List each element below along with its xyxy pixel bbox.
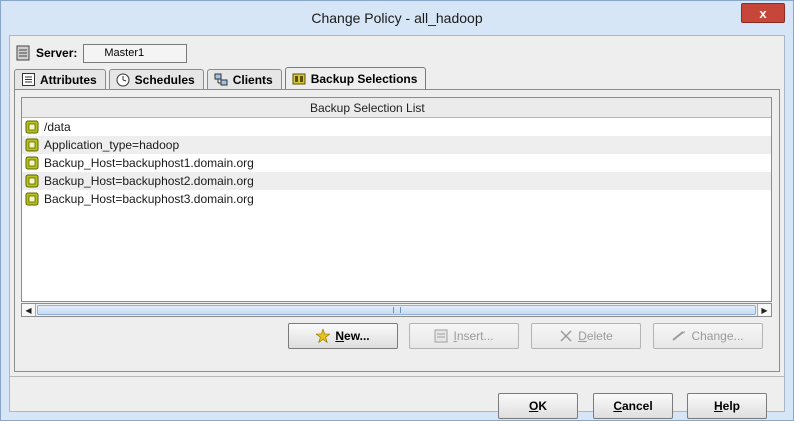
attributes-icon	[21, 73, 35, 87]
backup-selections-panel: Backup Selection List /data Application_…	[14, 89, 780, 372]
list-item[interactable]: Backup_Host=backuphost3.domain.org	[22, 190, 771, 208]
change-button[interactable]: Change...	[653, 323, 763, 349]
backup-selection-icon	[25, 120, 39, 134]
list-item[interactable]: Backup_Host=backuphost2.domain.org	[22, 172, 771, 190]
list-item[interactable]: Application_type=hadoop	[22, 136, 771, 154]
delete-button[interactable]: Delete	[531, 323, 641, 349]
cancel-mnemonic: C	[613, 399, 622, 413]
tab-schedules[interactable]: Schedules	[108, 69, 204, 89]
backup-selection-icon	[25, 174, 39, 188]
scroll-thumb[interactable]	[37, 305, 756, 315]
close-button[interactable]: x	[741, 3, 785, 23]
backup-selection-icon	[25, 138, 39, 152]
tab-strip: Attributes Schedules Clients Backup Sele…	[14, 67, 429, 89]
ok-label: K	[538, 399, 547, 413]
backup-selections-icon	[292, 72, 306, 86]
tab-attributes[interactable]: Attributes	[14, 69, 106, 89]
tab-backup-selections[interactable]: Backup Selections	[284, 67, 427, 89]
insert-button[interactable]: Insert...	[409, 323, 519, 349]
change-pencil-icon	[672, 329, 686, 343]
scroll-left-icon[interactable]: ◀	[22, 304, 36, 316]
server-row: Server: Master1	[16, 42, 188, 64]
list-item-text: Backup_Host=backuphost2.domain.org	[44, 174, 254, 188]
help-mnemonic: H	[713, 399, 723, 413]
backup-selection-icon	[25, 192, 39, 206]
tab-backup-selections-label: Backup Selections	[310, 71, 418, 86]
backup-selection-list[interactable]: Backup Selection List /data Application_…	[21, 97, 772, 302]
cancel-label: ancel	[621, 399, 653, 413]
list-item[interactable]: /data	[22, 118, 771, 136]
delete-mnemonic: D	[578, 329, 587, 343]
scroll-right-icon[interactable]: ▶	[757, 304, 771, 316]
list-item-text: Backup_Host=backuphost1.domain.org	[44, 156, 254, 170]
cancel-button[interactable]: Cancel	[593, 393, 673, 419]
clients-icon	[214, 73, 228, 87]
ok-mnemonic: O	[528, 399, 539, 413]
help-button[interactable]: Help	[687, 393, 767, 419]
horizontal-scrollbar[interactable]: ◀ ▶	[21, 303, 772, 317]
tab-attributes-label: Attributes	[40, 72, 97, 87]
delete-label: elete	[586, 329, 613, 343]
list-item-text: /data	[44, 120, 71, 134]
grip-icon	[392, 307, 401, 313]
list-item-text: Application_type=hadoop	[44, 138, 180, 152]
new-star-icon	[316, 329, 331, 343]
window-title: Change Policy - all_hadoop	[311, 10, 483, 26]
list-item[interactable]: Backup_Host=backuphost1.domain.org	[22, 154, 771, 172]
server-field: Master1	[83, 43, 188, 63]
list-column-header[interactable]: Backup Selection List	[22, 98, 771, 118]
change-label-post: e...	[726, 329, 744, 343]
title-bar[interactable]: Change Policy - all_hadoop x	[1, 1, 793, 35]
help-label: elp	[722, 399, 740, 413]
change-mnemonic: g	[720, 329, 727, 343]
insert-label: nsert...	[456, 329, 494, 343]
footer-divider	[10, 376, 784, 377]
server-icon	[16, 45, 30, 61]
delete-x-icon	[559, 329, 573, 343]
new-button[interactable]: New...	[288, 323, 398, 349]
server-label: Server:	[36, 46, 78, 60]
backup-selection-icon	[25, 156, 39, 170]
close-icon: x	[759, 5, 767, 21]
new-label: ew...	[344, 329, 370, 343]
new-mnemonic: N	[335, 329, 345, 343]
schedules-icon	[116, 73, 130, 87]
dialog-body: Server: Master1 Attributes Schedules Cli…	[9, 35, 785, 419]
tab-clients-label: Clients	[232, 72, 273, 87]
ok-button[interactable]: OK	[498, 393, 578, 419]
tab-clients[interactable]: Clients	[206, 69, 282, 89]
insert-icon	[434, 329, 448, 343]
list-item-text: Backup_Host=backuphost3.domain.org	[44, 192, 254, 206]
dialog-window: Change Policy - all_hadoop x Server: Mas…	[0, 0, 794, 421]
tab-schedules-label: Schedules	[134, 72, 195, 87]
change-label-pre: Chan	[691, 329, 721, 343]
